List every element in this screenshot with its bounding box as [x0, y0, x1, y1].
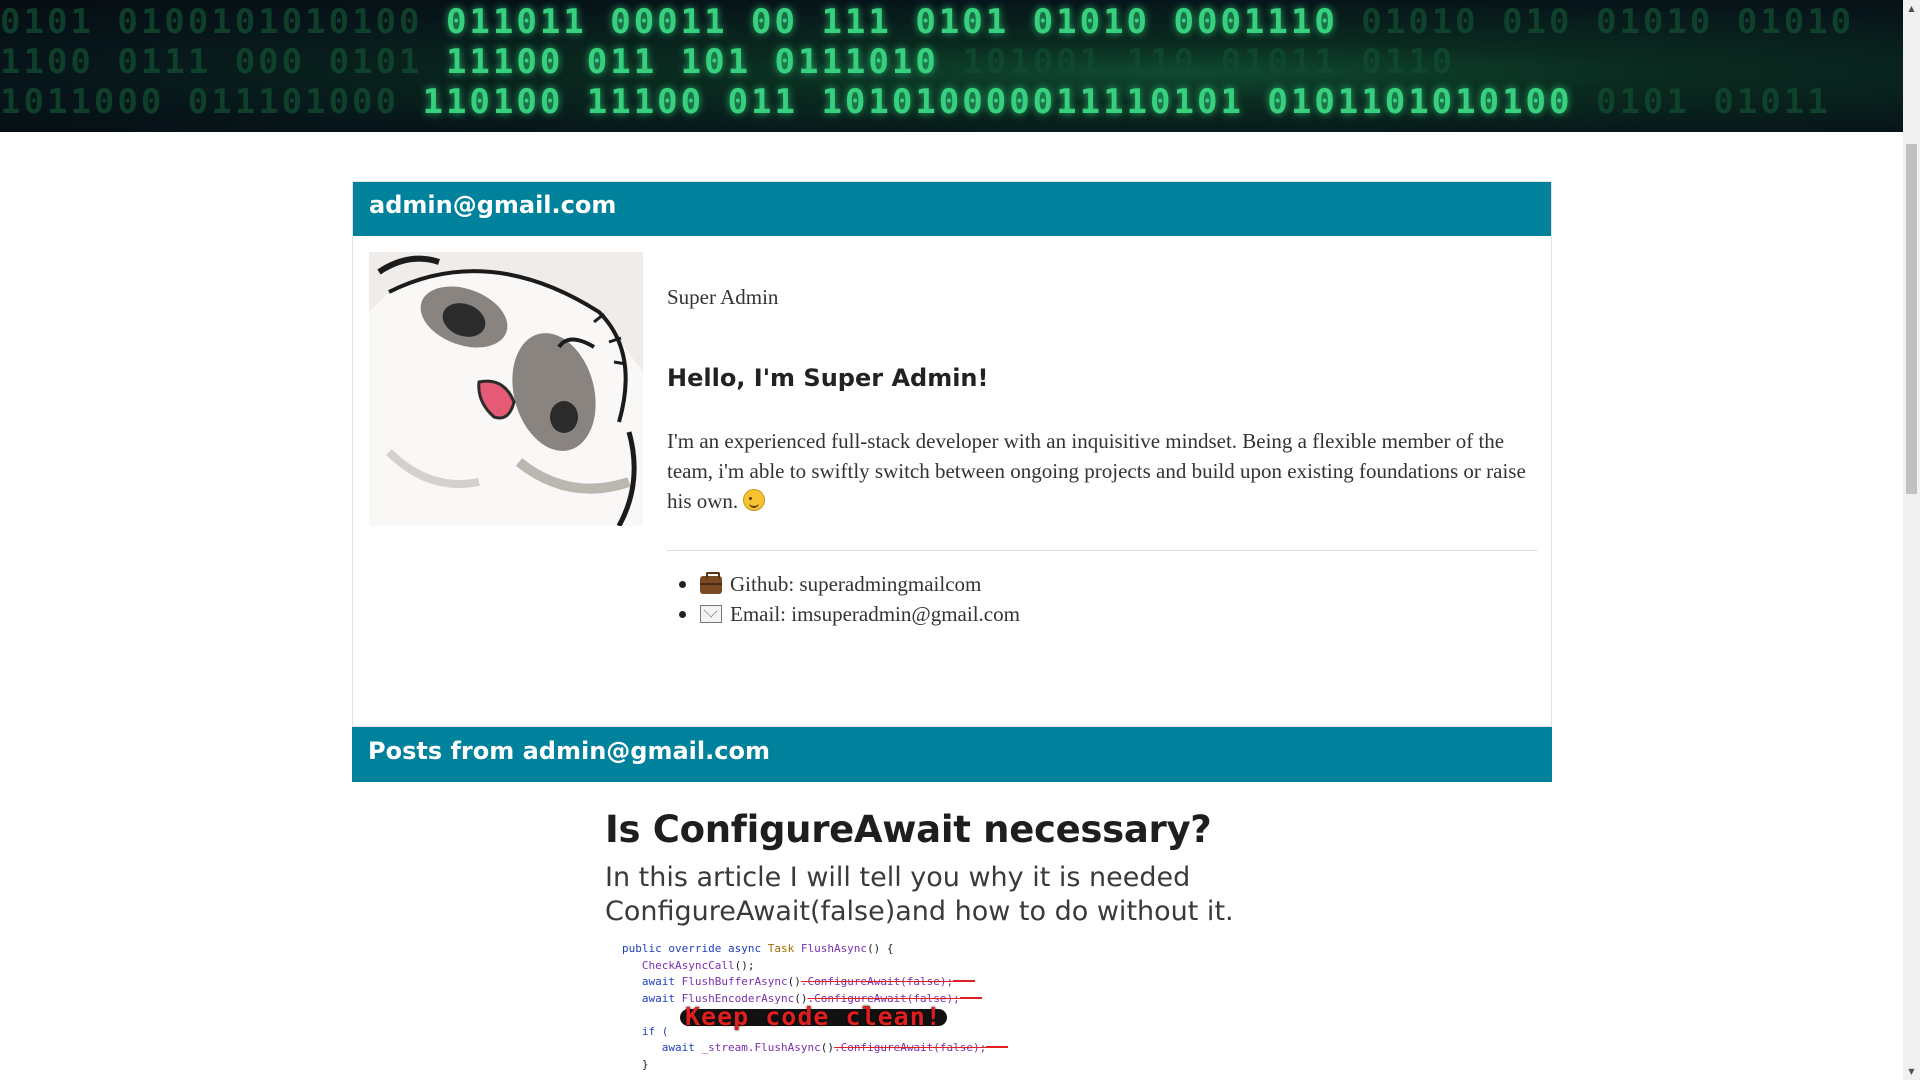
divider [667, 550, 1537, 551]
profile-bio: I'm an experienced full-stack developer … [667, 426, 1537, 516]
code-line: public override async Task FlushAsync() … [622, 942, 894, 955]
post-title[interactable]: Is ConfigureAwait necessary? [605, 808, 1305, 851]
github-link[interactable]: Github: superadmingmailcom [730, 572, 981, 596]
posts-section-header: Posts from admin@gmail.com [352, 727, 1552, 782]
profile-card: admin@gmail.com Super Admin Hello, I'm S… [352, 181, 1552, 727]
code-line: } [641, 1057, 649, 1071]
avatar [369, 252, 643, 526]
post-subtitle: In this article I will tell you why it i… [605, 862, 1234, 927]
code-line: CheckAsyncCall(); [641, 958, 755, 972]
profile-greeting: Hello, I'm Super Admin! [667, 364, 989, 392]
post-cover-image[interactable]: public override async Task FlushAsync() … [605, 941, 1009, 1080]
post-item[interactable]: Is ConfigureAwait necessary? In this art… [605, 808, 1305, 1080]
header-banner-image: 0101 0100101010100 011011 00011 00 111 0… [0, 0, 1903, 132]
list-item-email: Email: imsuperadmin@gmail.com [667, 599, 1537, 629]
envelope-icon [700, 605, 722, 623]
raccoon-avatar-illustration [369, 252, 643, 526]
profile-links: Github: superadmingmailcom Email: imsupe… [667, 569, 1537, 629]
binary-row: 1100 0111 000 0101 11100 011 101 0111010… [0, 42, 1456, 82]
binary-row: 0101 0100101010100 011011 00011 00 111 0… [0, 2, 1855, 42]
binary-row: 1011000 011101000 110100 11100 011 10101… [0, 82, 1831, 122]
winking-face-icon [743, 489, 766, 511]
list-item-github: Github: superadmingmailcom [667, 569, 1537, 599]
profile-info: Super Admin Hello, I'm Super Admin! I'm … [667, 252, 1537, 629]
code-line: await FlushBufferAsync().ConfigureAwait(… [622, 974, 1005, 991]
briefcase-icon [700, 572, 722, 594]
vertical-scrollbar[interactable]: ▲ ▼ [1903, 0, 1920, 1080]
scrollbar-thumb[interactable] [1906, 144, 1917, 494]
post-image-caption: Keep code clean! [680, 1004, 947, 1029]
email-link[interactable]: Email: imsuperadmin@gmail.com [730, 602, 1020, 626]
profile-role: Super Admin [667, 285, 779, 309]
scroll-up-arrow-icon[interactable]: ▲ [1903, 0, 1920, 17]
profile-card-header: admin@gmail.com [353, 182, 1551, 236]
profile-bio-text: I'm an experienced full-stack developer … [667, 429, 1526, 513]
scroll-down-arrow-icon[interactable]: ▼ [1903, 1063, 1920, 1080]
code-line: await _stream.FlushAsync().ConfigureAwai… [622, 1040, 1009, 1057]
